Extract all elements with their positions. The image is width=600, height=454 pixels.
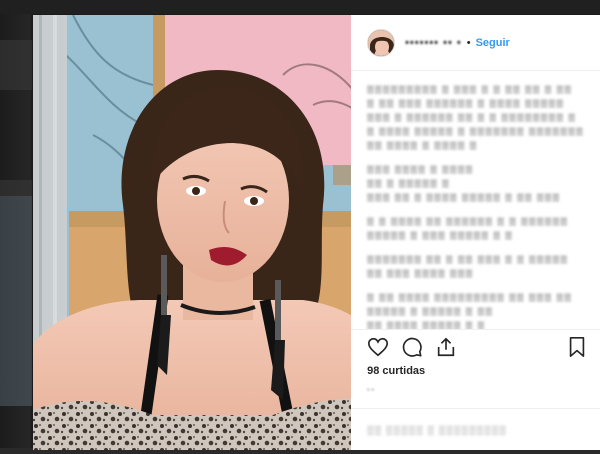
- avatar[interactable]: [367, 28, 396, 57]
- bookmark-icon: [569, 336, 585, 357]
- comment-line: ▒▒▒▒▒▒▒▒▒ ▒ ▒▒▒ ▒ ▒ ▒▒ ▒▒ ▒ ▒▒: [367, 85, 573, 94]
- comment-spacer: [367, 283, 584, 293]
- comment-spacer: [367, 245, 584, 255]
- comment-spacer: [367, 207, 584, 217]
- comment-line: ▒▒▒ ▒▒▒▒ ▒ ▒▒▒▒: [367, 165, 474, 174]
- comment-line: ▒▒▒▒▒ ▒ ▒▒▒ ▒▒▒▒▒ ▒ ▒: [367, 231, 514, 240]
- comment-line: ▒ ▒▒ ▒▒▒ ▒▒▒▒▒▒ ▒ ▒▒▒▒ ▒▒▒▒▒: [367, 99, 565, 108]
- comment-line: ▒▒▒▒▒▒▒ ▒▒ ▒ ▒▒ ▒▒▒ ▒ ▒ ▒▒▒▒▒: [367, 255, 569, 264]
- comment-line: ▒▒▒▒▒ ▒ ▒▒▒▒▒ ▒ ▒▒: [367, 307, 494, 316]
- comment-line: ▒▒ ▒ ▒▒▒▒▒ ▒: [367, 179, 450, 188]
- save-button[interactable]: [566, 336, 588, 358]
- comment-line: ▒▒ ▒▒▒▒ ▒▒▒▒▒ ▒ ▒: [367, 321, 486, 329]
- comment-line: ▒▒ ▒▒▒ ▒▒▒▒ ▒▒▒: [367, 269, 474, 278]
- heart-icon: [368, 337, 389, 356]
- share-icon: [437, 337, 455, 356]
- post-details-panel: ••••••• •• • • Seguir ▒▒▒▒▒▒▒▒▒ ▒ ▒▒▒ ▒ …: [351, 15, 600, 450]
- comment-line: ▒▒▒ ▒ ▒▒▒▒▒▒ ▒▒ ▒ ▒ ▒▒▒▒▒▒▒▒ ▒: [367, 113, 577, 122]
- post-image: [33, 15, 352, 450]
- post-timestamp: • •: [367, 387, 374, 394]
- comment-button[interactable]: [401, 336, 423, 358]
- comment-icon: [402, 337, 422, 357]
- comments-list: ▒▒▒▒▒▒▒▒▒ ▒ ▒▒▒ ▒ ▒ ▒▒ ▒▒ ▒ ▒▒ ▒ ▒▒ ▒▒▒ ▒…: [351, 71, 600, 329]
- avatar-image: [368, 29, 395, 56]
- username[interactable]: ••••••• •• •: [405, 37, 462, 49]
- post-photo: [33, 15, 352, 450]
- likes-count[interactable]: 98 curtidas: [351, 363, 600, 377]
- post-modal: ••••••• •• • • Seguir ▒▒▒▒▒▒▒▒▒ ▒ ▒▒▒ ▒ …: [33, 15, 600, 450]
- add-comment-placeholder: ▒▒ ▒▒▒▒▒ ▒ ▒▒▒▒▒▒▒▒▒: [367, 424, 507, 435]
- header-separator: •: [466, 36, 471, 49]
- follow-button[interactable]: Seguir: [476, 37, 510, 49]
- post-actions: [351, 329, 600, 363]
- comment-spacer: [367, 155, 584, 165]
- like-button[interactable]: [367, 336, 389, 358]
- comment-line: ▒ ▒▒▒▒ ▒▒▒▒▒ ▒ ▒▒▒▒▒▒▒ ▒▒▒▒▒▒▒: [367, 127, 584, 136]
- comment-line: ▒▒ ▒▒▒▒ ▒ ▒▒▒▒ ▒: [367, 141, 478, 150]
- comment-line: ▒ ▒ ▒▒▒▒ ▒▒ ▒▒▒▒▒▒ ▒ ▒ ▒▒▒▒▒▒: [367, 217, 569, 226]
- add-comment-field[interactable]: ▒▒ ▒▒▒▒▒ ▒ ▒▒▒▒▒▒▒▒▒: [351, 408, 600, 450]
- comment-line: ▒▒▒ ▒▒ ▒ ▒▒▒▒ ▒▒▒▒▒ ▒ ▒▒ ▒▒▒: [367, 193, 561, 202]
- comment-line: ▒ ▒▒ ▒▒▒▒ ▒▒▒▒▒▒▒▒▒ ▒▒ ▒▒▒ ▒▒: [367, 293, 573, 302]
- post-header: ••••••• •• • • Seguir: [351, 15, 600, 71]
- share-button[interactable]: [435, 336, 457, 358]
